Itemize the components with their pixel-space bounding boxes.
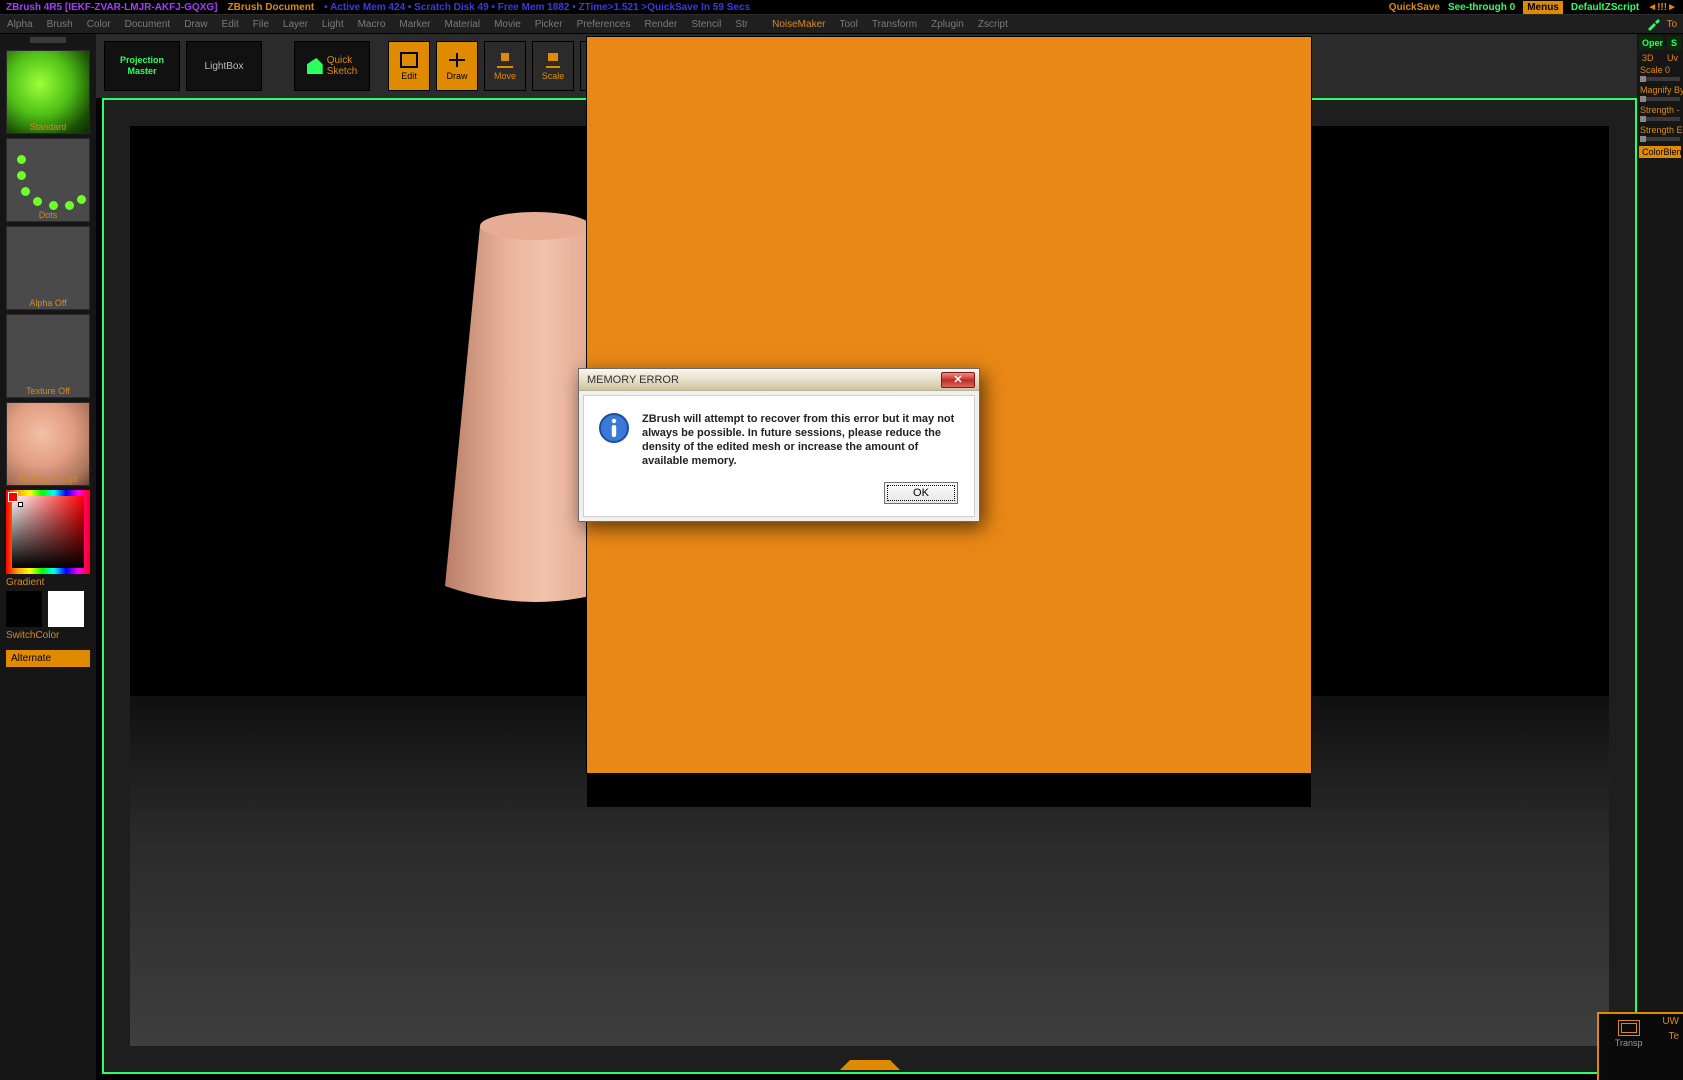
menu-layer[interactable]: Layer [276, 19, 315, 30]
te-button[interactable]: Te [1668, 1031, 1679, 1042]
seethrough-label: See-through 0 [1448, 2, 1515, 13]
material-label: MatCap Sculpt [7, 474, 89, 484]
stroke-label: Dots [7, 210, 89, 220]
s-button[interactable]: S [1667, 36, 1681, 50]
tool-label[interactable]: To [1666, 19, 1677, 30]
ok-button[interactable]: OK [884, 482, 958, 504]
swatch-black[interactable] [6, 591, 42, 627]
menu-stencil[interactable]: Stencil [684, 19, 728, 30]
quicksketch-button[interactable]: Quick Sketch [294, 41, 370, 91]
strength2-slider[interactable] [1640, 137, 1680, 141]
lightbox-button[interactable]: LightBox [186, 41, 262, 91]
brush-label: Standard [7, 122, 89, 132]
document-name: ZBrush Document [227, 2, 314, 13]
draw-icon [447, 51, 467, 69]
material-tile[interactable]: MatCap Sculpt [6, 402, 90, 486]
move-icon [495, 51, 515, 69]
menu-light[interactable]: Light [315, 19, 351, 30]
draw-mode-button[interactable]: Draw [436, 41, 478, 91]
magnify-slider-label: Magnify By [1637, 84, 1683, 96]
strength1-slider-label: Strength - [1637, 104, 1683, 116]
edit-mode-button[interactable]: Edit [388, 41, 430, 91]
picked-color-icon [8, 492, 18, 502]
uv-toggle[interactable]: Uv [1664, 52, 1681, 64]
menu-brush[interactable]: Brush [40, 19, 80, 30]
brush-tile[interactable]: Standard [6, 50, 90, 134]
stroke-tile[interactable]: Dots [6, 138, 90, 222]
menu-noisemaker[interactable]: NoiseMaker [765, 19, 832, 30]
menu-stroke[interactable]: Str [728, 19, 755, 30]
right-tray: Transp UW Te [1597, 1012, 1683, 1080]
alpha-tile[interactable]: Alpha Off [6, 226, 90, 310]
main-menubar: Alpha Brush Color Document Draw Edit Fil… [0, 14, 1683, 34]
menu-marker[interactable]: Marker [392, 19, 437, 30]
menu-picker[interactable]: Picker [528, 19, 570, 30]
transp-label: Transp [1599, 1038, 1658, 1048]
strength2-slider-label: Strength E [1637, 124, 1683, 136]
projection-master-button[interactable]: Projection Master [104, 41, 180, 91]
left-palette: Standard Dots Alpha Off Texture Off MatC… [0, 34, 96, 1080]
gradient-label[interactable]: Gradient [0, 574, 96, 591]
scale-icon [543, 51, 563, 69]
color-picker[interactable] [6, 490, 90, 574]
menu-render[interactable]: Render [638, 19, 685, 30]
menu-alpha[interactable]: Alpha [0, 19, 40, 30]
default-zscript-link[interactable]: DefaultZScript [1571, 2, 1639, 13]
menu-edit[interactable]: Edit [215, 19, 246, 30]
menu-transform[interactable]: Transform [865, 19, 924, 30]
noisemaker-panel-footer [587, 773, 1311, 807]
palette-grip[interactable] [30, 37, 66, 43]
tray-expand-icon[interactable] [850, 1060, 890, 1070]
colorblend-button[interactable]: ColorBlend [1639, 146, 1681, 158]
texture-label: Texture Off [7, 386, 89, 396]
dialog-title: MEMORY ERROR [583, 374, 679, 386]
scale-mode-button[interactable]: Scale [532, 41, 574, 91]
move-mode-button[interactable]: Move [484, 41, 526, 91]
menu-document[interactable]: Document [118, 19, 178, 30]
alternate-button[interactable]: Alternate [6, 650, 90, 667]
menu-zscript[interactable]: Zscript [971, 19, 1015, 30]
switchcolor-button[interactable]: SwitchColor [0, 627, 96, 644]
swatch-white[interactable] [48, 591, 84, 627]
texture-tile[interactable]: Texture Off [6, 314, 90, 398]
edit-icon [399, 51, 419, 69]
pin-icon[interactable] [1646, 17, 1662, 31]
transp-icon[interactable] [1618, 1020, 1640, 1036]
3d-toggle[interactable]: 3D [1639, 52, 1660, 64]
strength1-slider[interactable] [1640, 117, 1680, 121]
dialog-message: ZBrush will attempt to recover from this… [642, 412, 960, 468]
menu-movie[interactable]: Movie [487, 19, 528, 30]
dialog-titlebar[interactable]: MEMORY ERROR ✕ [579, 369, 979, 391]
close-icon[interactable]: ✕ [941, 372, 975, 388]
open-button[interactable]: Open [1639, 36, 1663, 50]
menu-color[interactable]: Color [80, 19, 118, 30]
menus-button[interactable]: Menus [1523, 1, 1563, 14]
menu-file[interactable]: File [246, 19, 276, 30]
memory-stats: • Active Mem 424 • Scratch Disk 49 • Fre… [324, 2, 750, 13]
alpha-label: Alpha Off [7, 298, 89, 308]
scale-slider-label: Scale 0 [1637, 64, 1683, 76]
quicksketch-icon [307, 58, 323, 74]
dots-icon [7, 139, 89, 221]
scale-slider[interactable] [1640, 77, 1680, 81]
uw-button[interactable]: UW [1662, 1016, 1679, 1027]
info-icon [598, 412, 630, 444]
right-panel: Open S 3D Uv Scale 0 Magnify By Strength… [1637, 34, 1683, 1080]
error-dialog: MEMORY ERROR ✕ ZBrush will attempt to re… [578, 368, 980, 522]
app-name: ZBrush 4R5 [IEKF-ZVAR-LMJR-AKFJ-GQXG] [6, 2, 217, 13]
menu-material[interactable]: Material [438, 19, 488, 30]
menu-tool[interactable]: Tool [832, 19, 864, 30]
picker-cursor-icon [18, 502, 23, 507]
app-titlebar: ZBrush 4R5 [IEKF-ZVAR-LMJR-AKFJ-GQXG] ZB… [0, 0, 1683, 14]
quicksave-link[interactable]: QuickSave [1389, 2, 1440, 13]
menu-macro[interactable]: Macro [351, 19, 393, 30]
magnify-slider[interactable] [1640, 97, 1680, 101]
menu-zplugin[interactable]: Zplugin [924, 19, 971, 30]
menu-draw[interactable]: Draw [177, 19, 214, 30]
menu-preferences[interactable]: Preferences [570, 19, 638, 30]
alert-indicator[interactable]: ◄!!!► [1647, 2, 1677, 13]
